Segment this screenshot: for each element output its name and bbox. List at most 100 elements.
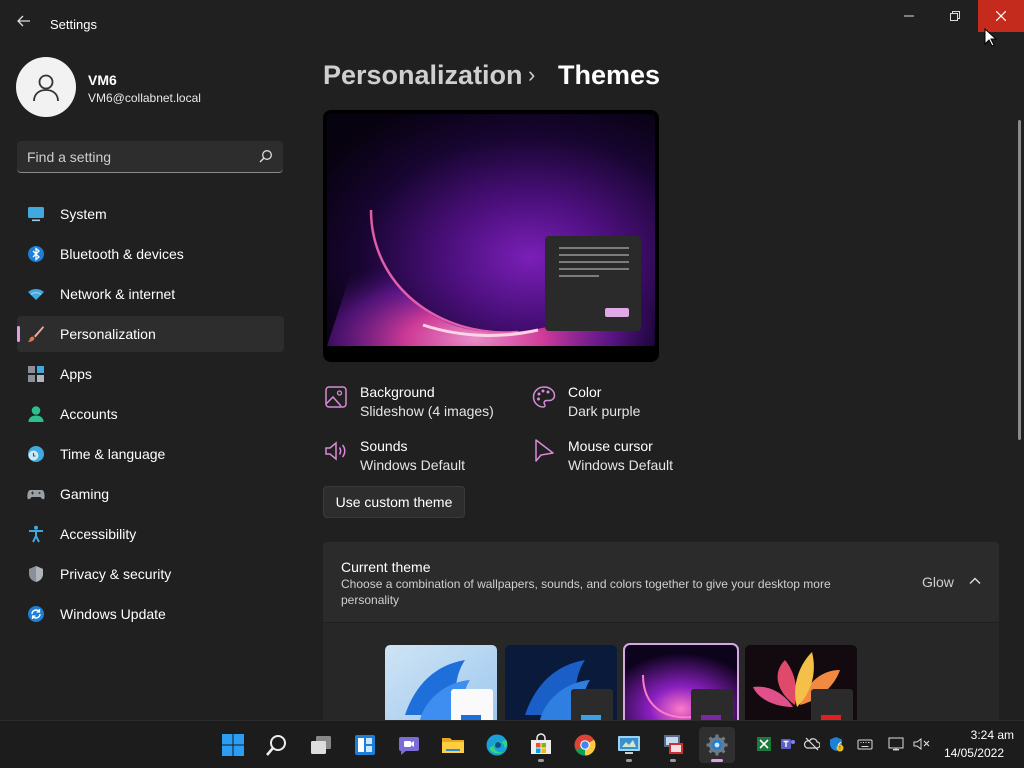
breadcrumb-separator: › [528,62,536,87]
theme-thumbnail-captured-motion[interactable] [745,645,857,725]
cursor-icon [535,439,554,462]
background-title: Background [360,384,435,400]
sounds-value: Windows Default [360,457,466,473]
tray-teams-icon[interactable] [779,735,797,753]
avatar[interactable] [16,57,76,117]
nav-item-accessibility[interactable]: Accessibility [17,516,284,552]
taskbar: ! 3:24 am 14/05/2022 [0,720,1024,768]
active-indicator [711,759,723,762]
current-theme-description: Choose a combination of wallpapers, soun… [341,577,831,607]
tray-onedrive-icon[interactable] [803,735,821,753]
person-icon [33,74,59,102]
speaker-icon [325,441,346,461]
wifi-icon [28,289,44,300]
mouse-cursor-setting[interactable]: Mouse cursor Windows Default [531,438,711,478]
running-indicator [670,759,676,762]
current-theme-value: Glow [922,574,954,590]
store-button[interactable] [523,727,559,763]
file-explorer-button[interactable] [435,727,471,763]
settings-button[interactable] [699,727,735,763]
apps-icon [28,366,44,382]
clock-time[interactable]: 3:24 am [952,728,1014,742]
nav-item-privacy[interactable]: Privacy & security [17,556,284,592]
nav-label: Windows Update [60,606,166,622]
theme-thumbnail-windows-light[interactable] [385,645,497,725]
task-view-icon [311,736,331,754]
nav-item-apps[interactable]: Apps [17,356,284,392]
theme-thumbnail-windows-dark[interactable] [505,645,617,725]
background-value: Slideshow (4 images) [360,403,494,419]
nav-label: Apps [60,366,92,382]
start-button[interactable] [215,727,251,763]
brush-icon [28,326,44,342]
current-theme-card[interactable]: Current theme Choose a combination of wa… [323,542,999,622]
current-theme-title: Current theme [341,559,431,575]
keyboard-icon[interactable] [856,735,874,753]
nav-label: Accounts [60,406,118,422]
sounds-setting[interactable]: Sounds Windows Default [323,438,523,478]
network-app-button[interactable] [655,727,691,763]
svg-text:!: ! [839,746,840,752]
clock-date[interactable]: 14/05/2022 [940,746,1004,760]
background-setting[interactable]: Background Slideshow (4 images) [323,384,523,424]
breadcrumb-parent[interactable]: Personalization [323,60,523,91]
search-input[interactable] [17,141,259,173]
taskbar-search-button[interactable] [259,727,295,763]
widgets-button[interactable] [347,727,383,763]
clock-globe-icon [28,446,44,462]
palette-icon [532,386,556,408]
chevron-up-icon[interactable] [968,574,982,588]
chat-button[interactable] [391,727,427,763]
nav-label: Time & language [60,446,166,462]
file-explorer-icon [442,738,464,753]
accessibility-icon [29,525,43,543]
restore-icon [950,11,960,21]
update-icon [28,606,44,622]
back-arrow-icon[interactable] [10,12,38,36]
network-status-icon[interactable] [887,735,905,753]
tray-security-icon[interactable]: ! [827,735,845,753]
task-view-button[interactable] [303,727,339,763]
close-icon [996,11,1006,21]
running-indicator [626,759,632,762]
nav-label: Personalization [60,326,156,342]
restore-button[interactable] [932,0,978,32]
nav-item-gaming[interactable]: Gaming [17,476,284,512]
theme-gallery [323,623,999,727]
teams-chat-icon [399,737,419,755]
color-setting[interactable]: Color Dark purple [531,384,711,424]
edge-button[interactable] [479,727,515,763]
minimize-icon [904,15,914,17]
scrollbar[interactable] [1018,120,1021,440]
nav-item-personalization[interactable]: Personalization [17,316,284,352]
search-icon[interactable] [259,149,273,163]
remote-desktop-button[interactable] [611,727,647,763]
shield-icon [29,566,43,582]
use-custom-theme-button[interactable]: Use custom theme [323,486,465,518]
bluetooth-icon [28,246,44,262]
nav-item-windows-update[interactable]: Windows Update [17,596,284,632]
theme-thumbnail-glow[interactable] [623,643,739,727]
nav-item-accounts[interactable]: Accounts [17,396,284,432]
mouse-pointer-icon [984,28,998,47]
nav-item-bluetooth[interactable]: Bluetooth & devices [17,236,284,272]
chrome-button[interactable] [567,727,603,763]
nav-item-time-language[interactable]: Time & language [17,436,284,472]
mouse-cursor-title: Mouse cursor [568,438,653,454]
settings-icon [706,734,728,756]
chrome-icon [574,734,596,756]
tray-excel-icon[interactable] [755,735,773,753]
selection-indicator [17,326,20,342]
nav-label: System [60,206,107,222]
color-value: Dark purple [568,403,641,419]
nav-item-system[interactable]: System [17,196,284,232]
minimize-button[interactable] [886,0,932,32]
search-box [17,141,283,173]
nav-item-network[interactable]: Network & internet [17,276,284,312]
nav-label: Network & internet [60,286,176,302]
volume-muted-icon[interactable] [913,735,931,753]
running-indicator [538,759,544,762]
image-icon [325,386,347,408]
app-title: Settings [50,17,97,32]
title-bar [0,0,1024,48]
